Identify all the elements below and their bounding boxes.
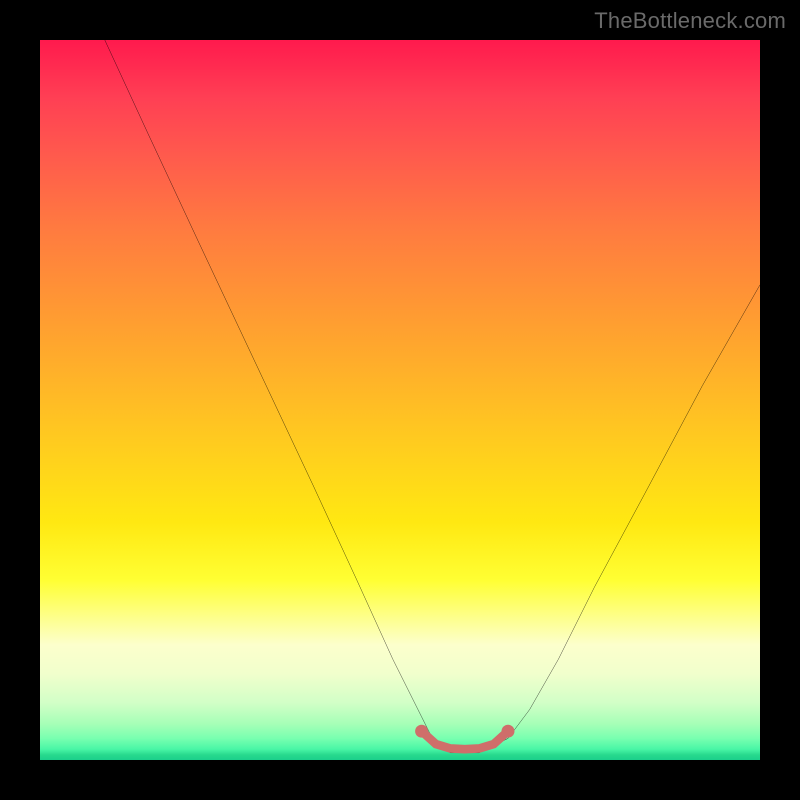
chart-frame: TheBottleneck.com xyxy=(0,0,800,800)
optimal-band xyxy=(422,731,508,749)
attribution-text: TheBottleneck.com xyxy=(594,8,786,34)
optimal-band-end-marker xyxy=(502,725,515,738)
bottleneck-curve xyxy=(105,40,760,753)
chart-plot-area xyxy=(40,40,760,760)
optimal-band-start-marker xyxy=(415,725,428,738)
chart-svg xyxy=(40,40,760,760)
